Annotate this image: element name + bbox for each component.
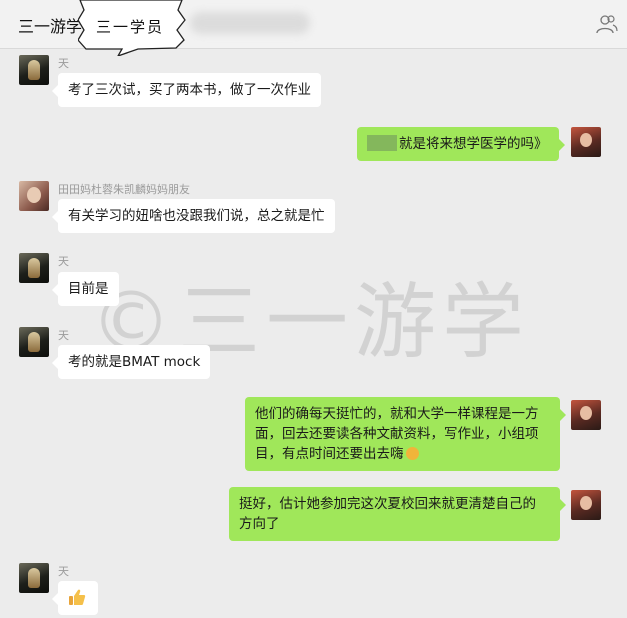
avatar[interactable] [19, 181, 49, 211]
sender-name: 田田妈杜蓉朱凯麟妈妈朋友 [58, 183, 190, 196]
message-bubble[interactable]: 考的就是BMAT mock [51, 345, 211, 379]
message-line: 方向了 [239, 516, 280, 532]
message-line: 目，有点时间还要出去嗨 [255, 444, 550, 464]
message-bubble[interactable] [52, 581, 98, 615]
message-bubble[interactable]: 有关学习的妞啥也没跟我们说，总之就是忙 [52, 199, 335, 233]
message-bubble[interactable]: 目前是 [52, 272, 119, 306]
avatar[interactable] [571, 490, 601, 520]
avatar[interactable] [571, 400, 601, 430]
avatar[interactable] [19, 327, 49, 357]
thumbs-up-icon [69, 589, 86, 605]
message-text: 就是将来想学医学的吗》 [399, 136, 548, 152]
app-title: 三一游学 [18, 17, 83, 36]
message-bubble[interactable]: 他们的确每天挺忙的，就和大学一样课程是一方 面，回去还要读各种文献资料，写作业，… [245, 397, 566, 471]
avatar[interactable] [19, 55, 49, 85]
censored-block [367, 135, 397, 151]
party-emoji-icon [405, 447, 419, 460]
blurred-member-count [190, 12, 310, 34]
group-members-icon[interactable] [596, 14, 618, 34]
sender-name: 天 [58, 565, 69, 578]
message-bubble[interactable]: 考了三次试，买了两本书，做了一次作业 [52, 73, 321, 107]
message-line-text: 目，有点时间还要出去嗨 [255, 446, 404, 462]
chat-header: 三一游学 三一学员 [0, 0, 627, 56]
message-line: 面，回去还要读各种文献资料，写作业，小组项 [255, 426, 539, 442]
message-line: 他们的确每天挺忙的，就和大学一样课程是一方 [255, 406, 539, 422]
message-bubble[interactable]: 挺好，估计她参加完这次夏校回来就更清楚自己的 方向了 [229, 487, 566, 541]
avatar[interactable] [19, 253, 49, 283]
group-name-label[interactable]: 三一学员 [96, 16, 164, 37]
avatar[interactable] [19, 563, 49, 593]
message-line: 挺好，估计她参加完这次夏校回来就更清楚自己的 [239, 496, 536, 512]
avatar[interactable] [571, 127, 601, 157]
sender-name: 天 [58, 329, 69, 342]
message-bubble[interactable]: 就是将来想学医学的吗》 [357, 127, 565, 161]
sender-name: 天 [58, 255, 69, 268]
sender-name: 天 [58, 57, 69, 70]
